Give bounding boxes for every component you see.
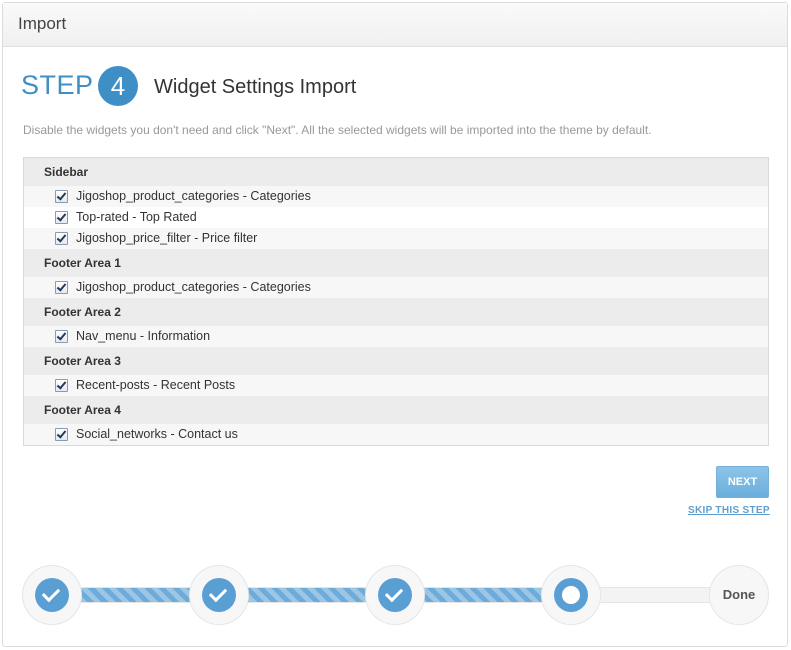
widget-group: Footer Area 2 Nav_menu - Information xyxy=(24,298,768,347)
panel-header: Import xyxy=(3,3,787,47)
check-icon xyxy=(208,583,228,603)
step-description: Disable the widgets you don't need and c… xyxy=(23,123,652,137)
widget-row[interactable]: Jigoshop_product_categories - Categories xyxy=(24,186,768,207)
check-icon xyxy=(41,583,61,603)
group-heading: Footer Area 1 xyxy=(24,249,768,277)
widget-label: Social_networks - Contact us xyxy=(76,427,238,441)
panel-title: Import xyxy=(18,14,67,33)
widget-label: Jigoshop_price_filter - Price filter xyxy=(76,231,258,245)
widget-row[interactable]: Jigoshop_product_categories - Categories xyxy=(24,277,768,298)
step-progress: Done xyxy=(22,565,770,627)
widget-checkbox[interactable] xyxy=(55,330,68,343)
progress-step-3 xyxy=(365,565,425,625)
widget-row[interactable]: Top-rated - Top Rated xyxy=(24,207,768,228)
widget-checkbox[interactable] xyxy=(55,232,68,245)
widget-group: Footer Area 3 Recent-posts - Recent Post… xyxy=(24,347,768,396)
widget-group: Footer Area 1 Jigoshop_product_categorie… xyxy=(24,249,768,298)
progress-fill xyxy=(52,588,572,602)
widget-row[interactable]: Jigoshop_price_filter - Price filter xyxy=(24,228,768,249)
widget-label: Jigoshop_product_categories - Categories xyxy=(76,280,311,294)
check-icon xyxy=(384,583,404,603)
widget-label: Jigoshop_product_categories - Categories xyxy=(76,189,311,203)
progress-step-4-current xyxy=(541,565,601,625)
step-word: STEP xyxy=(21,70,94,100)
group-heading: Footer Area 4 xyxy=(24,396,768,424)
widget-checkbox[interactable] xyxy=(55,379,68,392)
widget-row[interactable]: Nav_menu - Information xyxy=(24,326,768,347)
widget-group: Sidebar Jigoshop_product_categories - Ca… xyxy=(24,158,768,249)
skip-step-link[interactable]: SKIP THIS STEP xyxy=(688,505,770,516)
group-heading: Sidebar xyxy=(24,158,768,186)
widget-row[interactable]: Recent-posts - Recent Posts xyxy=(24,375,768,396)
done-label: Done xyxy=(722,587,756,602)
step-title: Widget Settings Import xyxy=(154,76,357,98)
widget-label: Nav_menu - Information xyxy=(76,329,211,343)
widget-row[interactable]: Social_networks - Contact us xyxy=(24,424,768,445)
group-heading: Footer Area 2 xyxy=(24,298,768,326)
progress-step-2 xyxy=(189,565,249,625)
widget-checkbox[interactable] xyxy=(55,211,68,224)
widget-checkbox[interactable] xyxy=(55,190,68,203)
widget-checkbox[interactable] xyxy=(55,428,68,441)
widget-label: Top-rated - Top Rated xyxy=(76,210,197,224)
step-number-badge: 4 xyxy=(98,66,138,106)
next-button[interactable]: NEXT xyxy=(716,466,769,498)
progress-step-1 xyxy=(22,565,82,625)
current-step-dot-icon xyxy=(562,586,580,604)
progress-step-done: Done xyxy=(709,565,769,625)
widget-label: Recent-posts - Recent Posts xyxy=(76,378,236,392)
group-heading: Footer Area 3 xyxy=(24,347,768,375)
widget-checkbox[interactable] xyxy=(55,281,68,294)
widget-group: Footer Area 4 Social_networks - Contact … xyxy=(24,396,768,445)
widgets-list: Sidebar Jigoshop_product_categories - Ca… xyxy=(23,157,769,446)
